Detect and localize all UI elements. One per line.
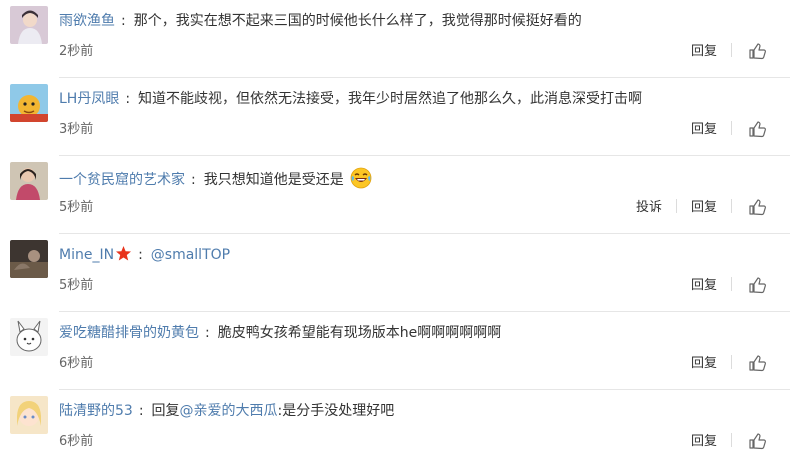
username-link[interactable]: 爱吃糖醋排骨的奶黄包 — [59, 325, 199, 341]
comment-text: 脆皮鸭女孩希望能有现场版本he啊啊啊啊啊啊 — [217, 325, 502, 341]
username-link[interactable]: 雨欲渔鱼 — [59, 13, 115, 29]
timestamp: 2秒前 — [59, 44, 94, 59]
divider-bar — [731, 42, 732, 57]
avatar[interactable] — [10, 6, 48, 44]
like-icon[interactable] — [748, 354, 766, 372]
laughing-tears-emoji-icon — [350, 167, 372, 189]
comment-item: 雨欲渔鱼: 那个，我实在想不起来三国的时候他长什么样了，我觉得那时候挺好看的 2秒… — [0, 0, 798, 78]
colon-separator: : — [138, 403, 144, 419]
timestamp: 5秒前 — [59, 278, 94, 293]
comment-item: 陆清野的53: 回复@亲爱的大西瓜:是分手没处理好吧 6秒前 回复 — [0, 390, 798, 468]
username-link[interactable]: 一个贫民窟的艺术家 — [59, 172, 185, 188]
divider-bar — [731, 432, 732, 447]
divider-bar — [731, 276, 732, 291]
username-link[interactable]: LH丹凤眼 — [59, 91, 119, 107]
red-star-badge-icon — [116, 246, 132, 261]
divider-bar — [731, 120, 732, 135]
colon-separator: : — [191, 172, 196, 188]
comment-line: 雨欲渔鱼: 那个，我实在想不起来三国的时候他长什么样了，我觉得那时候挺好看的 — [59, 11, 582, 31]
avatar[interactable] — [10, 162, 48, 200]
divider-bar — [675, 198, 677, 213]
username-link[interactable]: Mine_IN — [59, 247, 114, 263]
comment-text: 我只想知道他是受还是 — [203, 172, 344, 188]
timestamp: 5秒前 — [59, 200, 94, 215]
reply-button[interactable]: 回复 — [691, 196, 717, 215]
like-icon[interactable] — [748, 42, 766, 60]
comment-line: 一个贫民窟的艺术家: 我只想知道他是受还是 — [59, 167, 372, 190]
reply-button[interactable]: 回复 — [691, 40, 717, 59]
comment-item: 爱吃糖醋排骨的奶黄包: 脆皮鸭女孩希望能有现场版本he啊啊啊啊啊啊 6秒前 回复 — [0, 312, 798, 390]
mention-link[interactable]: @smallTOP — [151, 247, 230, 263]
reply-button[interactable]: 回复 — [691, 430, 717, 449]
timestamp: 6秒前 — [59, 434, 94, 449]
colon-separator: : — [121, 13, 126, 29]
username-link[interactable]: 陆清野的53 — [59, 403, 133, 419]
comment-item: Mine_IN: @smallTOP 5秒前 回复 — [0, 234, 798, 312]
report-button[interactable]: 投诉 — [636, 196, 662, 215]
avatar[interactable] — [10, 396, 48, 434]
avatar[interactable] — [10, 84, 48, 122]
like-icon[interactable] — [748, 198, 766, 216]
reply-button[interactable]: 回复 — [691, 118, 717, 137]
like-icon[interactable] — [748, 432, 766, 450]
colon-separator: : — [125, 91, 131, 107]
comment-text: 知道不能歧视，但依然无法接受，我年少时居然追了他那么久，此消息深受打击啊 — [138, 91, 643, 107]
comment-actions: 投诉 回复 — [636, 196, 764, 215]
avatar[interactable] — [10, 318, 48, 356]
timestamp: 6秒前 — [59, 356, 94, 371]
reply-prefix: 回复 — [151, 403, 180, 419]
comment-line: Mine_IN: @smallTOP — [59, 245, 230, 265]
reply-button[interactable]: 回复 — [691, 352, 717, 371]
reply-button[interactable]: 回复 — [691, 274, 717, 293]
divider-bar — [731, 354, 732, 369]
comment-item: 一个贫民窟的艺术家: 我只想知道他是受还是 5秒前 投诉 回复 — [0, 156, 798, 234]
divider-bar — [731, 198, 732, 213]
like-icon[interactable] — [748, 276, 766, 294]
comment-line: LH丹凤眼: 知道不能歧视，但依然无法接受，我年少时居然追了他那么久，此消息深受打… — [59, 89, 642, 109]
comment-text: :是分手没处理好吧 — [277, 403, 395, 419]
colon-separator: : — [205, 325, 210, 341]
avatar[interactable] — [10, 240, 48, 278]
timestamp: 3秒前 — [59, 122, 94, 137]
comment-text: 那个，我实在想不起来三国的时候他长什么样了，我觉得那时候挺好看的 — [133, 13, 582, 29]
comment-line: 爱吃糖醋排骨的奶黄包: 脆皮鸭女孩希望能有现场版本he啊啊啊啊啊啊 — [59, 323, 501, 343]
comment-item: LH丹凤眼: 知道不能歧视，但依然无法接受，我年少时居然追了他那么久，此消息深受打… — [0, 78, 798, 156]
comment-line: 陆清野的53: 回复@亲爱的大西瓜:是分手没处理好吧 — [59, 401, 394, 421]
mention-link[interactable]: @亲爱的大西瓜 — [180, 403, 278, 419]
like-icon[interactable] — [748, 120, 766, 138]
colon-separator: : — [138, 247, 143, 263]
